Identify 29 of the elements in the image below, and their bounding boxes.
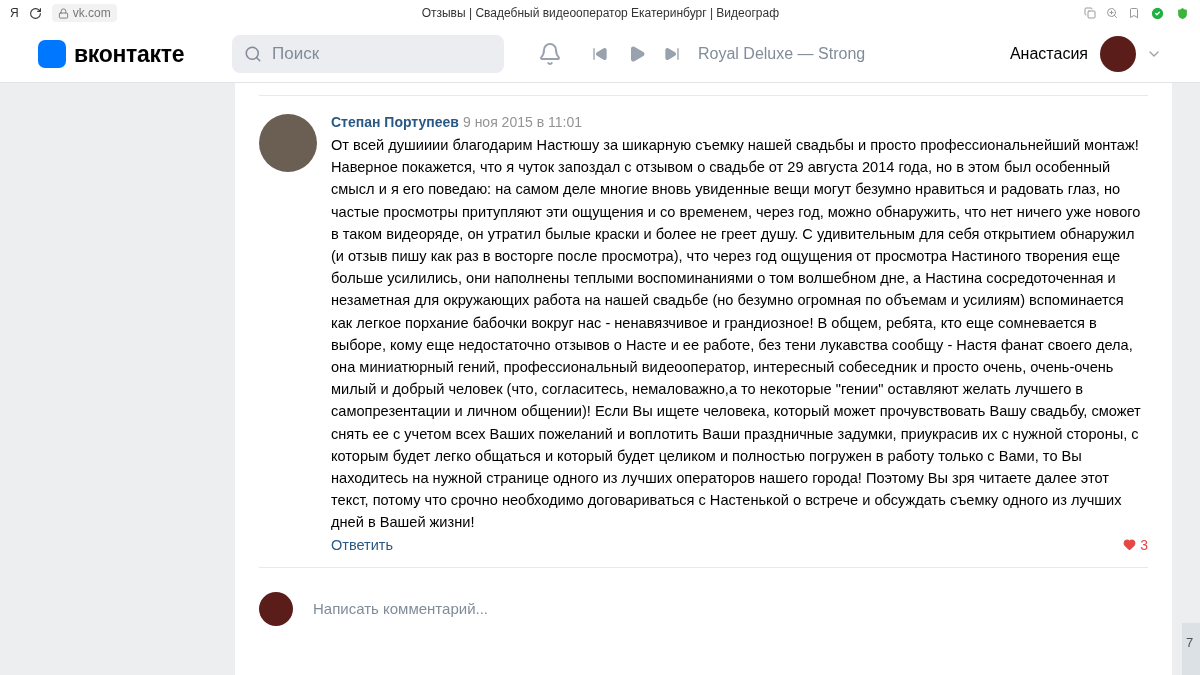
browser-logo[interactable]: Я <box>10 6 19 20</box>
address-bar[interactable]: vk.com <box>51 4 117 22</box>
reload-icon[interactable] <box>28 6 42 20</box>
bookmark-icon[interactable] <box>1128 7 1140 19</box>
like-button[interactable]: 3 <box>1123 536 1148 553</box>
shield-icon[interactable] <box>1175 5 1190 21</box>
author-avatar[interactable] <box>259 114 317 172</box>
next-icon[interactable] <box>664 46 680 62</box>
page-title: Отзывы | Свадебный видеооператор Екатеринбург | Видеограф <box>420 6 780 20</box>
logo-icon[interactable] <box>38 40 66 68</box>
user-name[interactable]: Анастасия <box>1009 45 1088 63</box>
check-icon[interactable] <box>1150 5 1165 21</box>
previous-icon[interactable] <box>592 46 608 62</box>
track-title[interactable]: Royal Deluxe — Strong <box>698 45 866 63</box>
brand-name[interactable]: вконтакте <box>74 40 185 68</box>
author-name[interactable]: Степан Портупеев <box>331 114 459 130</box>
bell-icon[interactable] <box>538 42 562 66</box>
heart-icon <box>1123 538 1137 552</box>
zoom-icon[interactable] <box>1106 7 1118 19</box>
user-avatar[interactable] <box>1100 36 1136 72</box>
comment-text: От всей душииии благодарим Настюшу за шикарную съемку нашей свадьбы и просто профессиональнейший монтаж! Наверное покажется, что я чуток запоздал с отзывом о свадьбе от 29 августа 2014 года, но в этом был особенный смысл и я его поведаю: на самом деле многие вновь увиденные вещи могут безумно нравиться и радовать глаз, но частые просмотры притупляют эти ощущения и со временем, через год, можно обнаружить, что нет ничего уже нового в таком видеоряде, он утратил былые краски и более не греет душу. С удивительным для себя открытием обнаружил (и отзыв пишу как раз в восторге после просмотра), что через год ощущения от просмотра Настиного творения еще больше усилились, они наполнены теплыми воспоминаниями о том волшебном дне, а Настина сосредоточенная и незаметная для окружающих работа на нашей свадьбе (но безумно огромная по объемам и усилиям) вспоминается как легкое порхание бабочки вокруг нас - ненавязчивое и грандиозное! В общем, ребята, кто еще сомневается в выборе, кому еще недостаточно отзывов о Насте и ее работе, без тени лукавства сообщу - Настя фанат своего дела, она миниатюрный гений, профессиональный видеооператор, интересный собеседник и просто очень, очень-очень милый и добрый человек (что, согласитесь, немаловажно,а то некоторые "гении" оставляют желать лучшего в самопрезентации и личном общении)! Если Вы ищете человека, который может прочувствовать Вашу свадьбу, сможет снять ее с учетом всех Ваших пожеланий и воплотить Ваши праздничные задумки, приукрасив их с нужной стороны, с которым будет легко общаться и который будет целиком и полностью погружен в работу только с Вами, то Вы находитесь на нужной странице одного из лучших операторов нашего города! Поэтому Вы зря читаете далее этот текст, потому что срочно необходимо договариваться с Настенькой о встрече и обсуждать съемку одного из лучших дней в Вашей жизни! <box>331 136 1142 533</box>
copy-icon[interactable] <box>1084 7 1096 19</box>
search-input[interactable]: Поиск <box>270 43 474 65</box>
reply-link[interactable]: Ответить <box>331 536 393 553</box>
side-tab[interactable]: 7 <box>1182 623 1200 675</box>
user-avatar[interactable] <box>259 591 293 626</box>
search-bar[interactable]: Поиск <box>232 35 504 73</box>
play-icon[interactable] <box>628 45 646 63</box>
search-icon <box>244 45 262 63</box>
